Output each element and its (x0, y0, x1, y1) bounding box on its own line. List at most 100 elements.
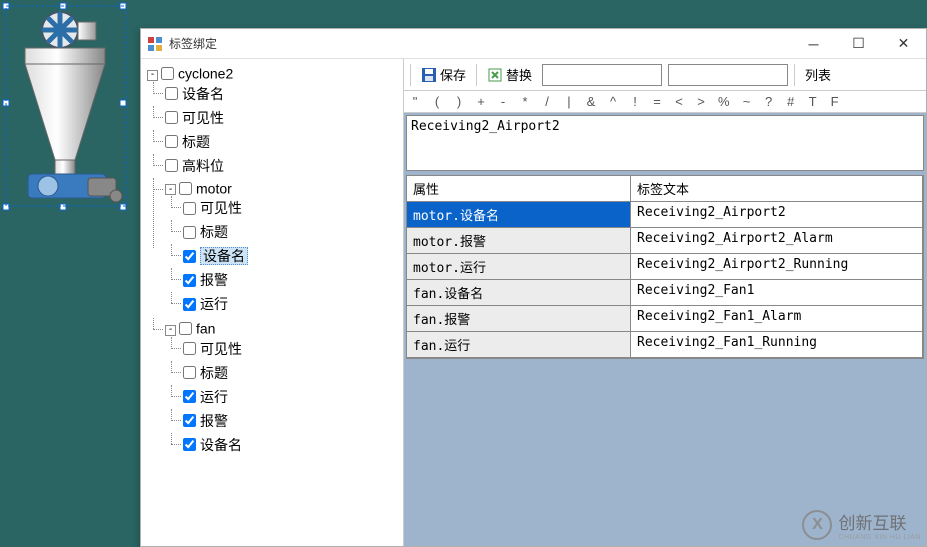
grid-cell-property[interactable]: fan.运行 (407, 332, 631, 358)
grid-row[interactable]: motor.设备名Receiving2_Airport2 (407, 202, 923, 228)
symbol-button[interactable]: < (674, 94, 684, 109)
tree-checkbox[interactable] (165, 159, 178, 172)
tree-checkbox[interactable] (179, 182, 192, 195)
symbol-button[interactable]: " (410, 94, 420, 109)
grid-cell-tagtext[interactable]: Receiving2_Fan1_Alarm (631, 306, 923, 332)
search-input-2[interactable] (668, 64, 788, 86)
list-label: 列表 (805, 65, 831, 84)
grid-cell-tagtext[interactable]: Receiving2_Fan1_Running (631, 332, 923, 358)
list-button[interactable]: 列表 (801, 63, 835, 86)
symbol-button[interactable]: = (652, 94, 662, 109)
tree-node-label[interactable]: 标题 (182, 134, 210, 150)
tree-checkbox[interactable] (183, 390, 196, 403)
tree-checkbox[interactable] (161, 67, 174, 80)
grid-cell-property[interactable]: motor.运行 (407, 254, 631, 280)
close-button[interactable]: ✕ (881, 29, 926, 59)
tree-node-label[interactable]: fan (196, 321, 215, 337)
symbol-button[interactable]: | (564, 94, 574, 109)
tree-checkbox[interactable] (183, 414, 196, 427)
separator (410, 64, 411, 86)
tree-node-label[interactable]: 报警 (200, 413, 228, 429)
grid-cell-tagtext[interactable]: Receiving2_Airport2_Alarm (631, 228, 923, 254)
watermark-text: 创新互联 (838, 509, 921, 534)
binding-grid[interactable]: 属性 标签文本 motor.设备名Receiving2_Airport2moto… (406, 175, 924, 359)
tree-panel[interactable]: -cyclone2设备名可见性标题高料位-motor可见性标题设备名报警运行-f… (141, 59, 404, 546)
right-panel: 保存 替换 列表 " () +-* / |&^! = < >% ~? # TF Receiving2… (404, 59, 926, 546)
tree-node-label[interactable]: 运行 (200, 296, 228, 312)
symbol-button[interactable]: % (718, 94, 730, 109)
symbol-button[interactable]: ^ (608, 94, 618, 109)
save-button[interactable]: 保存 (417, 63, 470, 86)
cyclone-equipment-icon[interactable] (0, 0, 140, 230)
grid-row[interactable]: motor.运行Receiving2_Airport2_Running (407, 254, 923, 280)
tree-checkbox[interactable] (183, 438, 196, 451)
tree-checkbox[interactable] (183, 366, 196, 379)
canvas-area (0, 0, 140, 547)
search-input-1[interactable] (542, 64, 662, 86)
symbol-button[interactable]: ~ (742, 94, 752, 109)
tree-checkbox[interactable] (183, 226, 196, 239)
tree-node-label[interactable]: 标题 (200, 365, 228, 381)
grid-cell-property[interactable]: fan.设备名 (407, 280, 631, 306)
maximize-button[interactable]: ☐ (836, 29, 881, 59)
grid-header-tagtext[interactable]: 标签文本 (631, 176, 923, 202)
tree-checkbox[interactable] (165, 111, 178, 124)
symbol-button[interactable]: > (696, 94, 706, 109)
symbol-button[interactable]: + (476, 94, 486, 109)
tree-checkbox[interactable] (183, 342, 196, 355)
tree-node-label[interactable]: 设备名 (200, 437, 242, 453)
tree-node-label[interactable]: 运行 (200, 389, 228, 405)
grid-row[interactable]: fan.运行Receiving2_Fan1_Running (407, 332, 923, 358)
tree-node-label[interactable]: cyclone2 (178, 66, 233, 82)
replace-icon (487, 67, 503, 83)
tree-toggle[interactable]: - (165, 325, 176, 336)
symbol-button[interactable]: T (808, 94, 818, 109)
symbol-button[interactable]: & (586, 94, 596, 109)
symbol-button[interactable]: # (786, 94, 796, 109)
tree-checkbox[interactable] (165, 135, 178, 148)
tree-node-label[interactable]: 报警 (200, 272, 228, 288)
tree-node-label[interactable]: 可见性 (200, 200, 242, 216)
minimize-button[interactable]: ─ (791, 29, 836, 59)
tree-node-label[interactable]: 设备名 (182, 86, 224, 102)
tree-checkbox[interactable] (183, 298, 196, 311)
symbol-button[interactable]: ! (630, 94, 640, 109)
window-title: 标签绑定 (169, 35, 791, 52)
grid-row[interactable]: fan.设备名Receiving2_Fan1 (407, 280, 923, 306)
tree-node-label[interactable]: 可见性 (200, 341, 242, 357)
symbol-button[interactable]: / (542, 94, 552, 109)
tree-toggle[interactable]: - (165, 184, 176, 195)
tree-toggle[interactable]: - (147, 70, 158, 81)
property-tree[interactable]: -cyclone2设备名可见性标题高料位-motor可见性标题设备名报警运行-f… (141, 63, 403, 461)
tree-checkbox[interactable] (183, 274, 196, 287)
grid-row[interactable]: motor.报警Receiving2_Airport2_Alarm (407, 228, 923, 254)
symbol-button[interactable]: ( (432, 94, 442, 109)
symbol-button[interactable]: ) (454, 94, 464, 109)
grid-cell-property[interactable]: motor.报警 (407, 228, 631, 254)
symbol-button[interactable]: * (520, 94, 530, 109)
grid-cell-tagtext[interactable]: Receiving2_Fan1 (631, 280, 923, 306)
tree-checkbox[interactable] (179, 322, 192, 335)
grid-header-property[interactable]: 属性 (407, 176, 631, 202)
symbol-button[interactable]: F (830, 94, 840, 109)
titlebar[interactable]: 标签绑定 ─ ☐ ✕ (141, 29, 926, 59)
tree-node-label[interactable]: 高料位 (182, 158, 224, 174)
symbol-button[interactable]: ? (764, 94, 774, 109)
tree-checkbox[interactable] (165, 87, 178, 100)
tree-node-label[interactable]: 设备名 (200, 247, 248, 265)
grid-cell-tagtext[interactable]: Receiving2_Airport2_Running (631, 254, 923, 280)
grid-cell-property[interactable]: fan.报警 (407, 306, 631, 332)
tree-node-label[interactable]: 可见性 (182, 110, 224, 126)
symbol-button[interactable]: - (498, 94, 508, 109)
tree-checkbox[interactable] (183, 250, 196, 263)
grid-row[interactable]: fan.报警Receiving2_Fan1_Alarm (407, 306, 923, 332)
grid-cell-property[interactable]: motor.设备名 (407, 202, 631, 228)
tree-node-label[interactable]: 标题 (200, 224, 228, 240)
grid-cell-tagtext[interactable]: Receiving2_Airport2 (631, 202, 923, 228)
tree-checkbox[interactable] (183, 202, 196, 215)
replace-button[interactable]: 替换 (483, 63, 536, 86)
tree-node-label[interactable]: motor (196, 180, 232, 196)
expression-textarea[interactable]: Receiving2_Airport2 (406, 115, 924, 171)
dialog-window: 标签绑定 ─ ☐ ✕ -cyclone2设备名可见性标题高料位-motor可见性… (140, 28, 927, 547)
symbol-toolbar: " () +-* / |&^! = < >% ~? # TF (404, 91, 926, 113)
